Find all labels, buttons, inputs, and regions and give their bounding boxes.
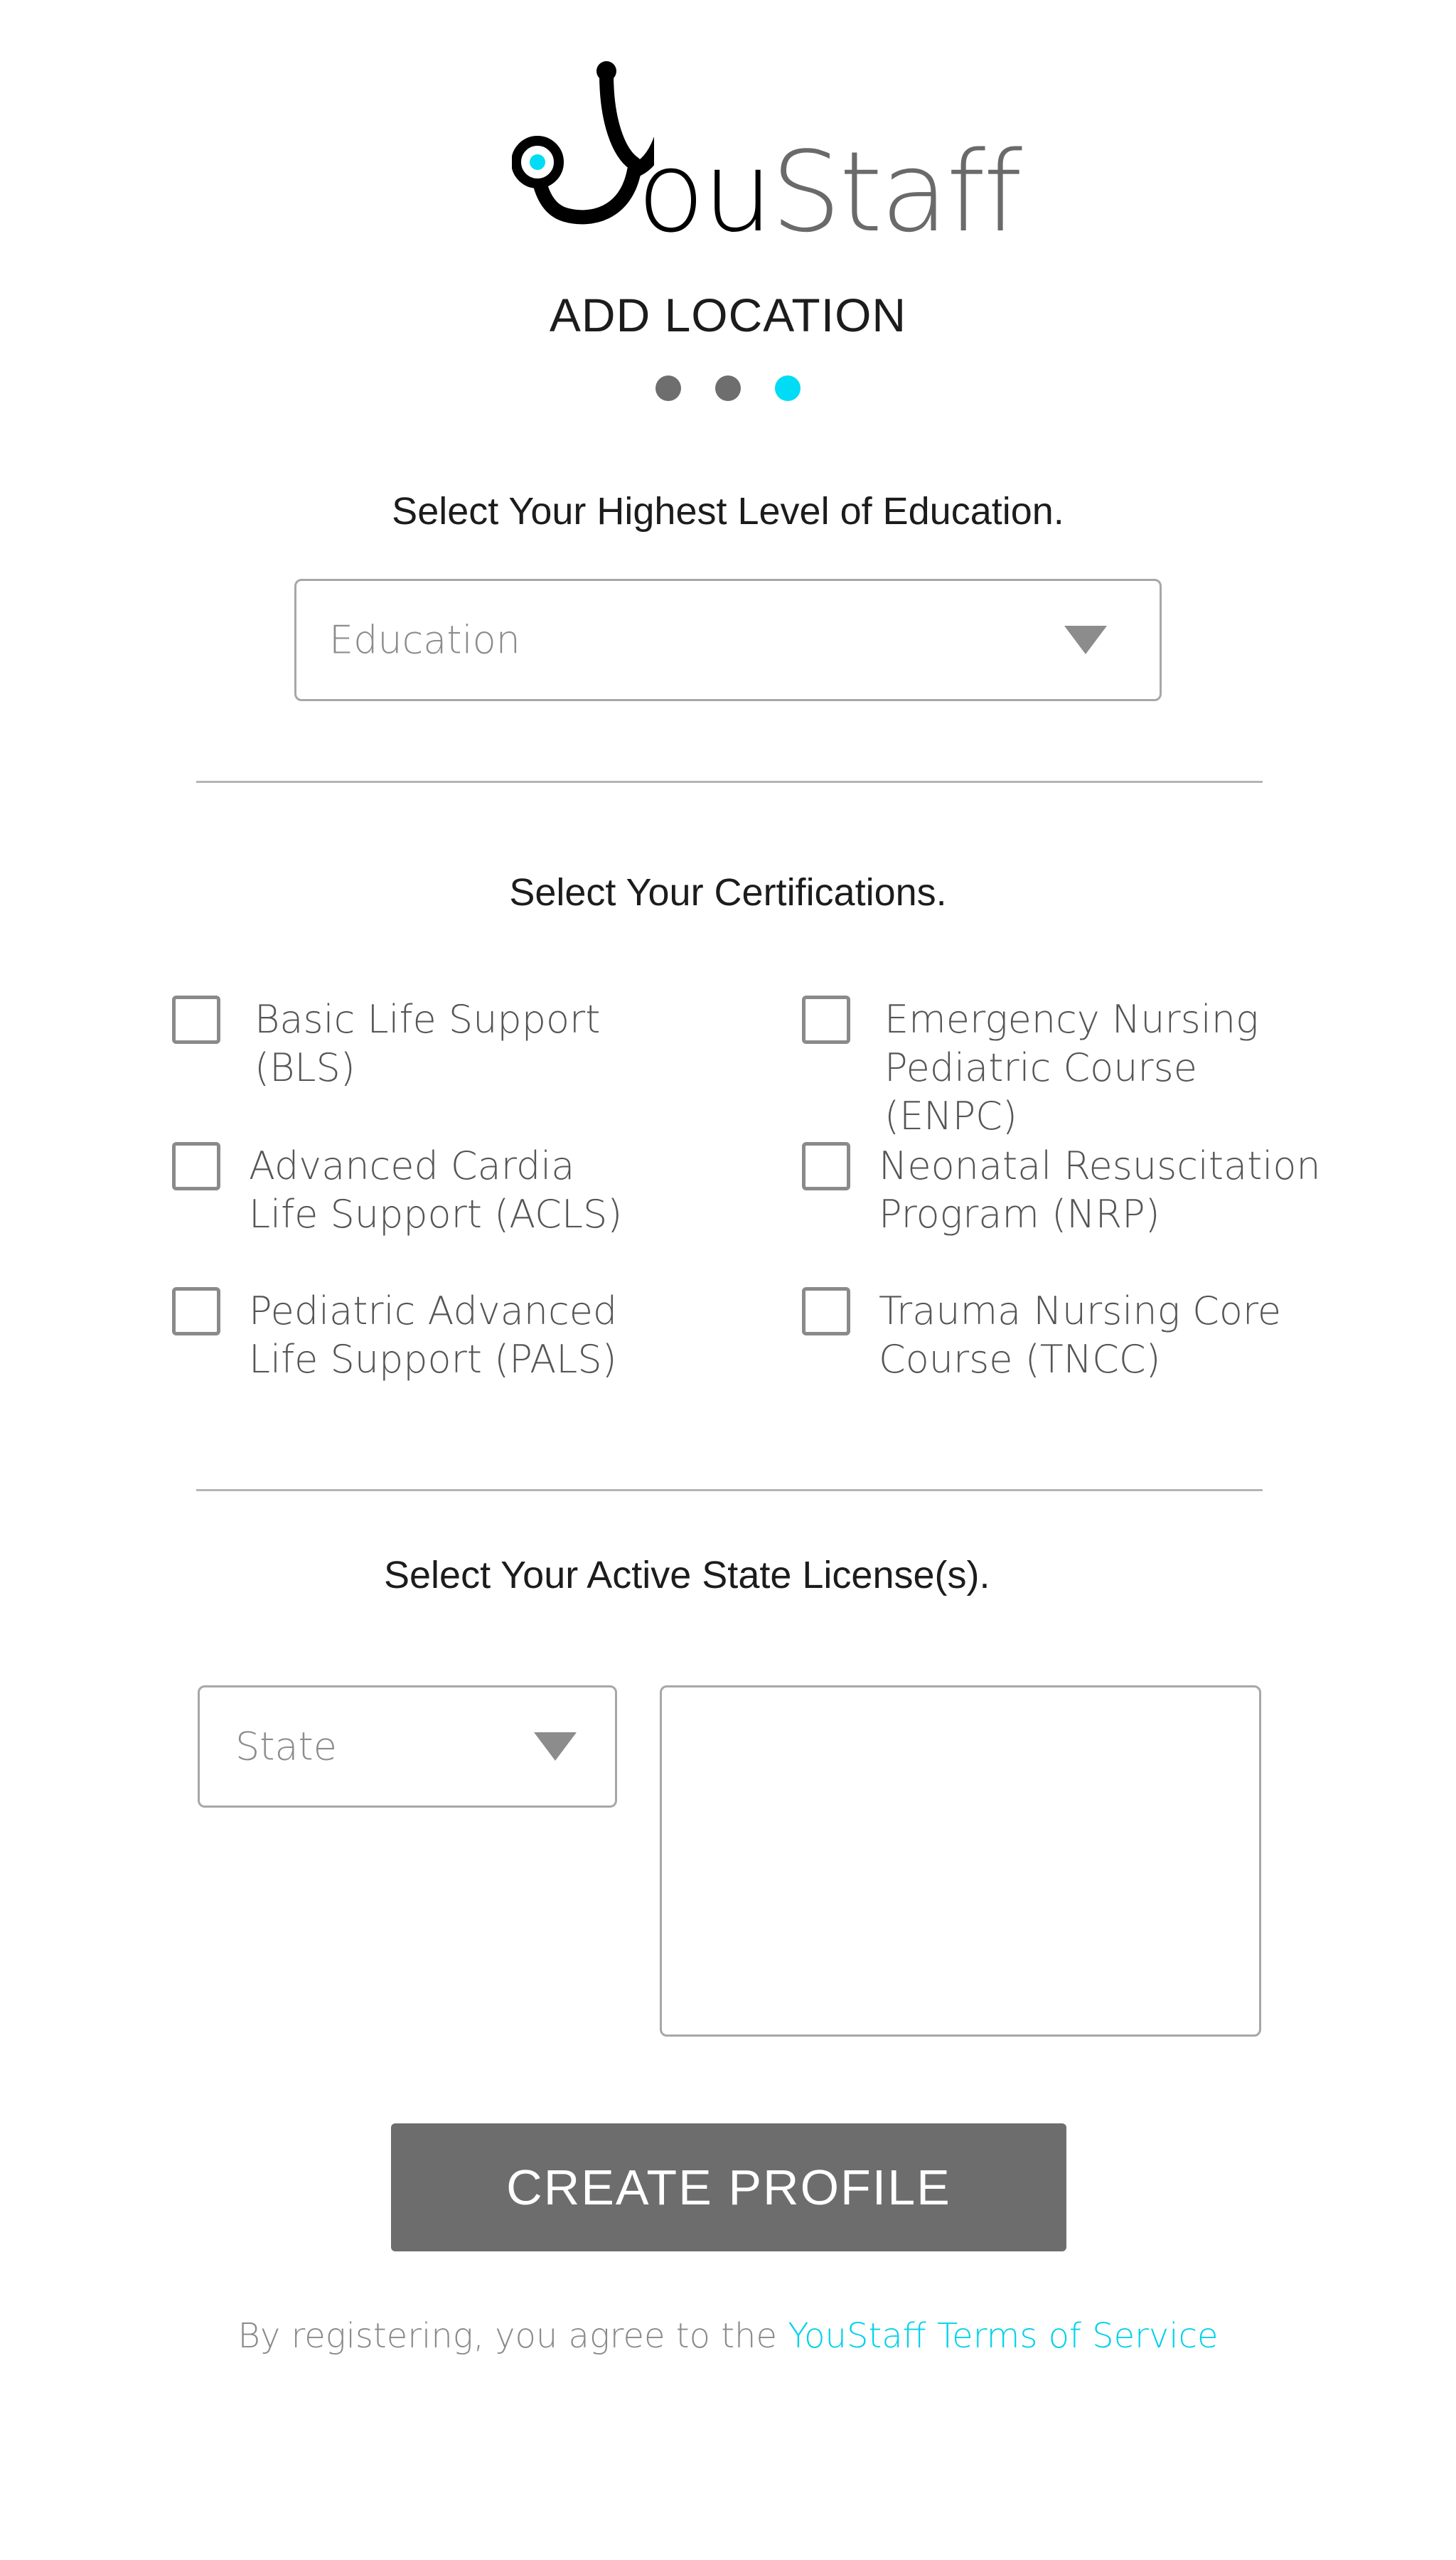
checkbox[interactable]: [172, 996, 220, 1044]
terms-of-service-link[interactable]: YouStaff Terms of Service: [788, 2316, 1218, 2356]
logo-wordmark: ouStaff: [637, 127, 1022, 257]
stethoscope-y-icon: [512, 61, 654, 225]
create-profile-button[interactable]: CREATE PROFILE: [391, 2123, 1066, 2251]
cert-label: Pediatric Advanced Life Support (PALS): [249, 1289, 618, 1382]
checkbox[interactable]: [172, 1142, 220, 1190]
step-indicator: [0, 375, 1456, 401]
terms-notice: By registering, you agree to the YouStaf…: [0, 2311, 1456, 2361]
cert-label: Advanced Cardia Life Support (ACLS): [249, 1143, 623, 1237]
chevron-down-icon: [1064, 626, 1107, 654]
checkbox[interactable]: [172, 1287, 220, 1335]
page-title: ADD LOCATION: [549, 289, 907, 341]
education-select-value: Education: [329, 617, 520, 663]
terms-prefix: By registering, you agree to the: [237, 2316, 788, 2356]
checkbox[interactable]: [802, 1287, 850, 1335]
education-select[interactable]: Education: [294, 579, 1162, 701]
divider: [196, 1489, 1263, 1491]
checkbox[interactable]: [802, 1142, 850, 1190]
cert-label: Trauma Nursing Core Course (TNCC): [879, 1289, 1282, 1382]
cert-label: Emergency Nursing Pediatric Course (ENPC…: [884, 997, 1259, 1138]
step-dot-2: [715, 375, 741, 401]
chevron-down-icon: [534, 1732, 577, 1761]
education-prompt: Select Your Highest Level of Education.: [392, 490, 1064, 533]
cert-label: Basic Life Support (BLS): [255, 997, 601, 1090]
divider: [196, 781, 1263, 783]
step-dot-3-active: [775, 375, 801, 401]
step-dot-1: [655, 375, 681, 401]
state-select-value: State: [235, 1724, 337, 1769]
youstaff-logo: ouStaff: [512, 57, 1022, 256]
cert-label: Neonatal Resuscitation Program (NRP): [879, 1143, 1321, 1237]
logo-text-staff: Staff: [771, 127, 1022, 257]
licenses-prompt: Select Your Active State License(s).: [384, 1554, 990, 1596]
state-select[interactable]: State: [198, 1685, 617, 1808]
certifications-prompt: Select Your Certifications.: [509, 871, 947, 914]
selected-licenses-list[interactable]: [660, 1685, 1261, 2037]
logo-text-ou: ou: [637, 127, 773, 257]
checkbox[interactable]: [802, 996, 850, 1044]
